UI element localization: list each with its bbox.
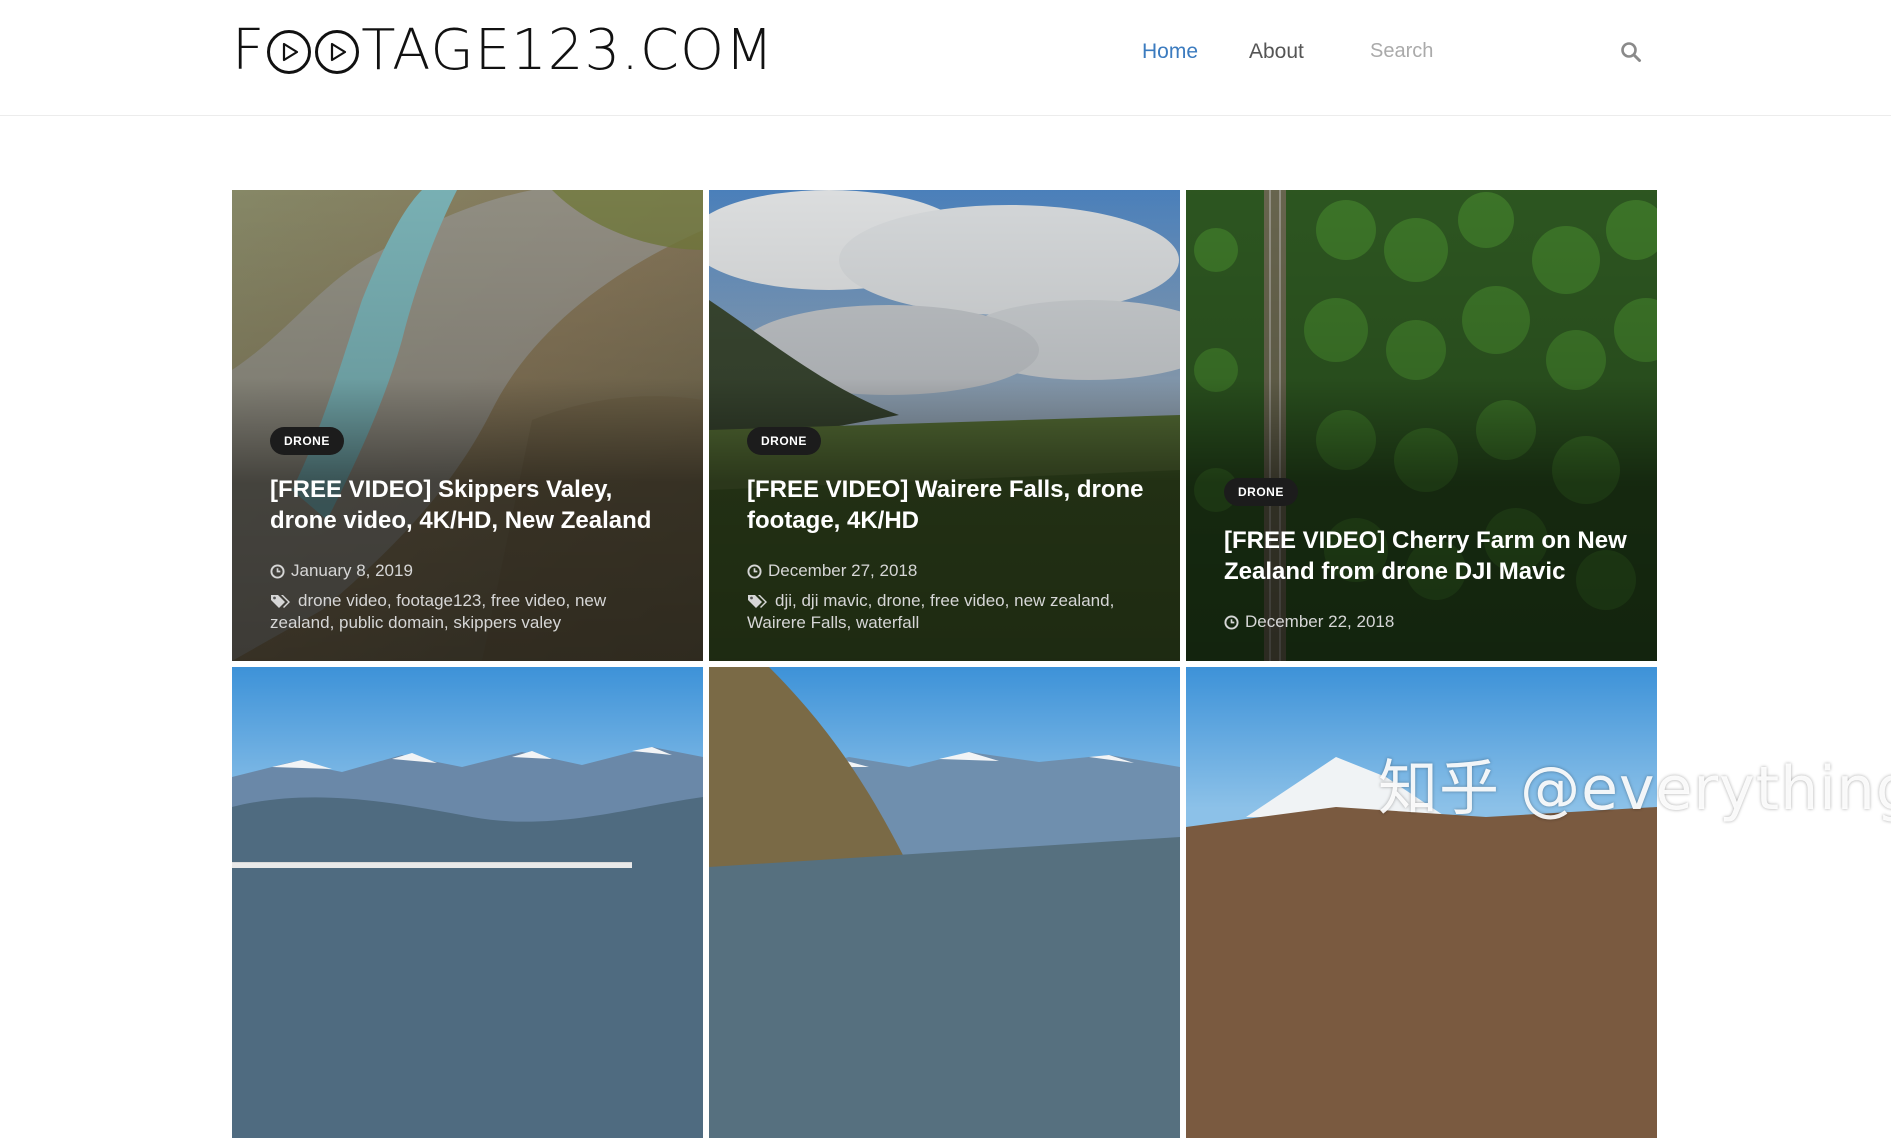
nav-about[interactable]: About	[1249, 40, 1304, 64]
tag-link[interactable]: dji	[775, 591, 792, 610]
post-title[interactable]: [FREE VIDEO] Skippers Valey, drone video…	[270, 474, 673, 536]
nav-home[interactable]: Home	[1142, 40, 1198, 64]
tag-link[interactable]: new zealand	[1014, 591, 1109, 610]
post-date: December 27, 2018	[747, 560, 1150, 582]
post-card[interactable]: DRONE [FREE VIDEO] Skippers Valey, drone…	[232, 190, 703, 661]
tag-link[interactable]: waterfall	[856, 613, 919, 632]
post-info: DRONE [FREE VIDEO] Skippers Valey, drone…	[270, 427, 673, 634]
tag-link[interactable]: public domain	[339, 613, 444, 632]
post-card[interactable]: DRONE [FREE VIDEO] Cherry Farm on New Ze…	[1186, 190, 1657, 661]
site-header: F TAGE123.COM Home About	[0, 0, 1891, 116]
clock-icon	[747, 563, 762, 579]
post-date-text: December 22, 2018	[1245, 612, 1395, 631]
site-logo[interactable]: F TAGE123.COM	[232, 22, 774, 80]
post-card[interactable]	[1186, 667, 1657, 1138]
tag-link[interactable]: drone video	[298, 591, 387, 610]
tag-link[interactable]: dji mavic	[801, 591, 867, 610]
post-tags: drone video, footage123, free video, new…	[270, 591, 607, 632]
post-date-text: January 8, 2019	[291, 561, 413, 580]
tag-link[interactable]: drone	[877, 591, 920, 610]
post-thumbnail	[232, 667, 703, 1138]
post-tags: dji, dji mavic, drone, free video, new z…	[747, 591, 1115, 632]
clock-icon	[270, 563, 285, 579]
post-thumbnail	[709, 667, 1180, 1138]
post-card[interactable]	[709, 667, 1180, 1138]
tags-icon	[748, 595, 767, 608]
post-thumbnail	[1186, 667, 1657, 1138]
tag-link[interactable]: free video	[930, 591, 1005, 610]
tags-icon	[271, 595, 290, 608]
play-icon	[267, 30, 312, 74]
tag-link[interactable]: Wairere Falls	[747, 613, 847, 632]
clock-icon	[1224, 614, 1239, 630]
post-card[interactable]: DRONE [FREE VIDEO] Wairere Falls, drone …	[709, 190, 1180, 661]
watermark: 知乎 @everything	[1378, 754, 1891, 824]
post-info: DRONE [FREE VIDEO] Wairere Falls, drone …	[747, 427, 1150, 634]
post-title[interactable]: [FREE VIDEO] Cherry Farm on New Zealand …	[1224, 525, 1627, 587]
category-badge[interactable]: DRONE	[747, 427, 821, 455]
category-badge[interactable]: DRONE	[1224, 478, 1298, 506]
tag-link[interactable]: footage123	[396, 591, 481, 610]
post-card[interactable]	[232, 667, 703, 1138]
tag-link[interactable]: skippers valey	[453, 613, 561, 632]
play-icon	[315, 30, 360, 74]
tag-link[interactable]: free video	[491, 591, 566, 610]
post-date: December 22, 2018	[1224, 611, 1627, 633]
post-title[interactable]: [FREE VIDEO] Wairere Falls, drone footag…	[747, 474, 1150, 536]
post-date-text: December 27, 2018	[768, 561, 918, 580]
post-date: January 8, 2019	[270, 560, 673, 582]
search-input[interactable]	[1360, 32, 1590, 70]
post-info: DRONE [FREE VIDEO] Cherry Farm on New Ze…	[1224, 478, 1627, 633]
search-icon[interactable]	[1620, 41, 1642, 63]
category-badge[interactable]: DRONE	[270, 427, 344, 455]
bottom-scroll-strip	[232, 862, 632, 868]
